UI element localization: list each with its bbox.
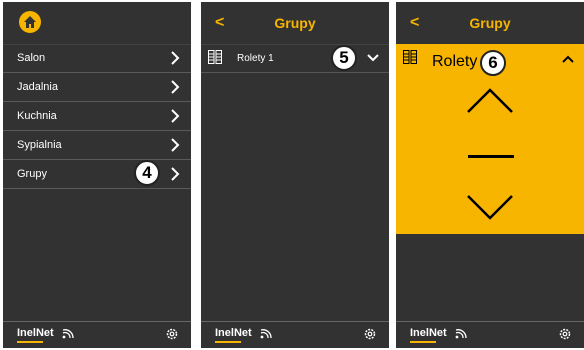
chevron-right-icon bbox=[171, 109, 180, 123]
page-title: Grupy bbox=[469, 15, 511, 31]
screen-rooms: Salon Jadalnia Kuchnia Sypialnia Grupy 4… bbox=[3, 2, 191, 348]
menu-item-label: Kuchnia bbox=[17, 110, 57, 122]
step-badge: 4 bbox=[134, 160, 160, 186]
menu-item-label: Jadalnia bbox=[17, 81, 58, 93]
group-icon bbox=[208, 50, 222, 64]
chevron-up-icon[interactable] bbox=[562, 54, 574, 64]
group-icon bbox=[403, 50, 417, 64]
chevron-right-icon bbox=[171, 80, 180, 94]
menu-item-label: Salon bbox=[17, 52, 46, 64]
wifi-icon bbox=[455, 329, 467, 339]
menu-item-grupy[interactable]: Grupy 4 bbox=[3, 160, 191, 189]
brand-logo: InelNet bbox=[215, 327, 252, 339]
footer: InelNet bbox=[201, 321, 389, 348]
arrow-up-icon[interactable] bbox=[396, 86, 584, 116]
group-row-rolety-1[interactable]: Rolety 1 5 bbox=[201, 44, 389, 73]
step-badge: 5 bbox=[331, 45, 357, 71]
gear-icon[interactable] bbox=[363, 327, 377, 341]
gear-icon[interactable] bbox=[558, 327, 572, 341]
brand-underline bbox=[215, 341, 241, 343]
footer: InelNet bbox=[396, 321, 584, 348]
stop-icon[interactable] bbox=[396, 152, 584, 162]
menu-item-jadalnia[interactable]: Jadalnia bbox=[3, 73, 191, 102]
group-control-panel: Rolety 1 6 bbox=[396, 44, 584, 234]
header bbox=[3, 2, 191, 45]
chevron-down-icon[interactable] bbox=[367, 53, 379, 63]
page-title: Grupy bbox=[274, 15, 316, 31]
menu-item-label: Grupy bbox=[17, 168, 47, 180]
wifi-icon bbox=[260, 329, 272, 339]
room-list: Salon Jadalnia Kuchnia Sypialnia Grupy 4 bbox=[3, 44, 191, 189]
step-badge: 6 bbox=[480, 50, 506, 76]
menu-item-sypialnia[interactable]: Sypialnia bbox=[3, 131, 191, 160]
chevron-right-icon bbox=[171, 51, 180, 65]
brand-logo: InelNet bbox=[17, 327, 54, 339]
wifi-icon bbox=[62, 329, 74, 339]
header: < Grupy bbox=[201, 2, 389, 45]
screen-group-control: < Grupy Rolety 1 6 InelNet bbox=[396, 2, 584, 348]
footer: InelNet bbox=[3, 321, 191, 348]
menu-item-label: Sypialnia bbox=[17, 139, 62, 151]
screen-groups: < Grupy Rolety 1 5 InelNet bbox=[201, 2, 389, 348]
chevron-right-icon bbox=[171, 138, 180, 152]
home-button[interactable] bbox=[19, 11, 41, 33]
arrow-down-icon[interactable] bbox=[396, 192, 584, 222]
chevron-right-icon bbox=[171, 167, 180, 181]
brand-underline bbox=[17, 341, 43, 343]
header: < Grupy bbox=[396, 2, 584, 45]
group-label: Rolety 1 bbox=[237, 53, 274, 64]
home-icon bbox=[24, 16, 36, 28]
menu-item-kuchnia[interactable]: Kuchnia bbox=[3, 102, 191, 131]
brand-underline bbox=[410, 341, 436, 343]
gear-icon[interactable] bbox=[165, 327, 179, 341]
brand-logo: InelNet bbox=[410, 327, 447, 339]
menu-item-salon[interactable]: Salon bbox=[3, 44, 191, 73]
